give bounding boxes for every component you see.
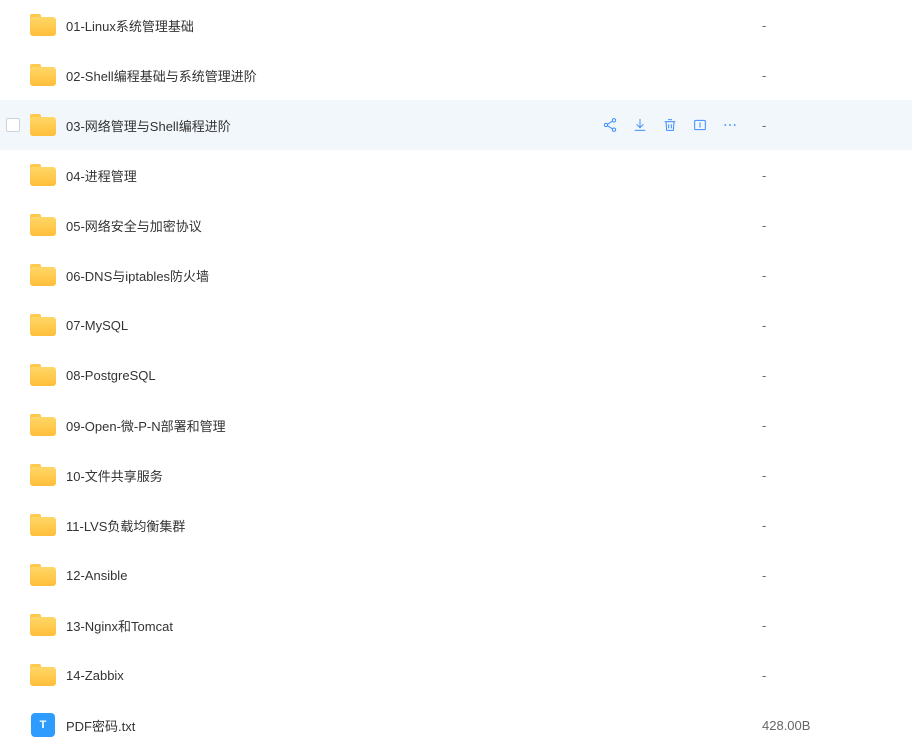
file-name[interactable]: PDF密码.txt xyxy=(66,716,762,735)
folder-icon xyxy=(30,612,56,638)
file-size: - xyxy=(762,568,912,583)
file-name[interactable]: 03-网络管理与Shell编程进阶 xyxy=(66,116,602,135)
file-row[interactable]: 10-文件共享服务- xyxy=(0,450,912,500)
folder-icon xyxy=(30,62,56,88)
file-size: - xyxy=(762,468,912,483)
folder-icon xyxy=(30,262,56,288)
file-size: - xyxy=(762,18,912,33)
share-icon[interactable] xyxy=(602,117,618,133)
folder-icon xyxy=(30,662,56,688)
file-name[interactable]: 05-网络安全与加密协议 xyxy=(66,216,762,235)
file-name[interactable]: 06-DNS与iptables防火墙 xyxy=(66,266,762,285)
file-name[interactable]: 08-PostgreSQL xyxy=(66,368,762,383)
file-row[interactable]: 12-Ansible- xyxy=(0,550,912,600)
file-size: - xyxy=(762,168,912,183)
file-row[interactable]: 06-DNS与iptables防火墙- xyxy=(0,250,912,300)
row-checkbox[interactable] xyxy=(6,118,20,132)
file-name[interactable]: 01-Linux系统管理基础 xyxy=(66,16,762,35)
file-row[interactable]: 14-Zabbix- xyxy=(0,650,912,700)
file-name[interactable]: 14-Zabbix xyxy=(66,668,762,683)
file-size: - xyxy=(762,518,912,533)
file-size: 428.00B xyxy=(762,718,912,733)
file-row[interactable]: T PDF密码.txt428.00B xyxy=(0,700,912,750)
file-size: - xyxy=(762,268,912,283)
file-name[interactable]: 04-进程管理 xyxy=(66,166,762,185)
file-size: - xyxy=(762,318,912,333)
file-size: - xyxy=(762,618,912,633)
folder-icon xyxy=(30,412,56,438)
folder-icon xyxy=(30,162,56,188)
file-size: - xyxy=(762,368,912,383)
folder-icon xyxy=(30,362,56,388)
file-size: - xyxy=(762,418,912,433)
folder-icon xyxy=(30,12,56,38)
txt-icon: T xyxy=(30,712,56,738)
file-row[interactable]: 08-PostgreSQL- xyxy=(0,350,912,400)
more-icon[interactable] xyxy=(722,117,738,133)
download-icon[interactable] xyxy=(632,117,648,133)
file-row[interactable]: 02-Shell编程基础与系统管理进阶- xyxy=(0,50,912,100)
file-row[interactable]: 09-Open-微-P-N部署和管理- xyxy=(0,400,912,450)
folder-icon xyxy=(30,512,56,538)
file-row[interactable]: 01-Linux系统管理基础- xyxy=(0,0,912,50)
file-name[interactable]: 07-MySQL xyxy=(66,318,762,333)
file-size: - xyxy=(762,68,912,83)
folder-icon xyxy=(30,562,56,588)
file-row[interactable]: 13-Nginx和Tomcat- xyxy=(0,600,912,650)
file-row[interactable]: 11-LVS负载均衡集群- xyxy=(0,500,912,550)
folder-icon xyxy=(30,112,56,138)
file-name[interactable]: 12-Ansible xyxy=(66,568,762,583)
rename-icon[interactable] xyxy=(692,117,708,133)
file-row[interactable]: 04-进程管理- xyxy=(0,150,912,200)
file-list: 01-Linux系统管理基础-02-Shell编程基础与系统管理进阶-03-网络… xyxy=(0,0,912,750)
delete-icon[interactable] xyxy=(662,117,678,133)
file-size: - xyxy=(762,218,912,233)
file-size: - xyxy=(762,668,912,683)
file-row[interactable]: 03-网络管理与Shell编程进阶 - xyxy=(0,100,912,150)
file-name[interactable]: 09-Open-微-P-N部署和管理 xyxy=(66,416,762,435)
file-row[interactable]: 07-MySQL- xyxy=(0,300,912,350)
row-actions xyxy=(602,117,738,133)
file-name[interactable]: 13-Nginx和Tomcat xyxy=(66,616,762,635)
file-row[interactable]: 05-网络安全与加密协议- xyxy=(0,200,912,250)
file-name[interactable]: 11-LVS负载均衡集群 xyxy=(66,516,762,535)
file-name[interactable]: 10-文件共享服务 xyxy=(66,466,762,485)
folder-icon xyxy=(30,312,56,338)
file-name[interactable]: 02-Shell编程基础与系统管理进阶 xyxy=(66,66,762,85)
folder-icon xyxy=(30,212,56,238)
folder-icon xyxy=(30,462,56,488)
file-size: - xyxy=(762,118,912,133)
